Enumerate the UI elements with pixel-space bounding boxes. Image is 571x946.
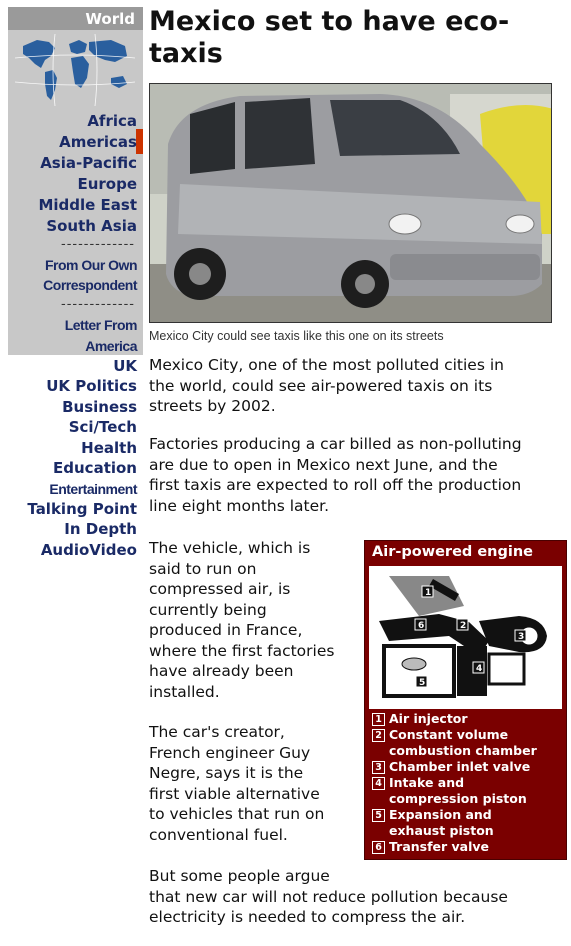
nav-divider: -------------: [61, 237, 135, 252]
legend-item: 4 Intake and: [372, 775, 537, 791]
legend-item: 5 Expansion and: [372, 807, 537, 823]
photo-caption: Mexico City could see taxis like this on…: [149, 329, 444, 343]
nav-link-south-asia[interactable]: South Asia: [46, 217, 137, 236]
legend-item: 6 Transfer valve: [372, 839, 537, 855]
nav-link-letter-from-1[interactable]: Letter From: [65, 316, 138, 335]
nav-link-uk-politics[interactable]: UK Politics: [46, 377, 137, 396]
paragraph-3: The vehicle, which is said to run on com…: [149, 539, 335, 701]
paragraph-1: Mexico City, one of the most polluted ci…: [149, 356, 504, 415]
article-headline: Mexico set to have eco- taxis: [149, 6, 569, 70]
active-section-marker: [136, 129, 143, 154]
nav-link-africa[interactable]: Africa: [87, 112, 137, 131]
nav-link-health[interactable]: Health: [81, 439, 137, 458]
paragraph-2: Factories producing a car billed as non-…: [149, 435, 522, 515]
nav-link-entertainment[interactable]: Entertainment: [49, 480, 137, 499]
nav-link-letter-from-2[interactable]: America: [85, 337, 137, 356]
engine-infographic: Air-powered engine 1 2 3 4 5 6 1 Air inje…: [364, 540, 567, 860]
legend-item-continuation: combustion chamber: [389, 743, 537, 758]
paragraph-5: But some people argue that new car will …: [149, 867, 508, 926]
headline-line-2: taxis: [149, 38, 223, 69]
nav-link-business[interactable]: Business: [62, 398, 137, 417]
nav-link-from-our-own-1[interactable]: From Our Own: [45, 256, 138, 275]
diagram-label-4: 4: [476, 664, 482, 674]
diagram-label-1: 1: [425, 588, 431, 598]
nav-link-americas[interactable]: Americas: [59, 133, 137, 152]
legend-item: 2 Constant volume: [372, 727, 537, 743]
engine-legend: 1 Air injector 2 Constant volume combustio…: [372, 711, 537, 855]
legend-item-continuation: exhaust piston: [389, 823, 494, 838]
engine-diagram: 1 2 3 4 5 6: [369, 566, 562, 709]
engine-title: Air-powered engine: [372, 544, 534, 560]
nav-world-link[interactable]: World: [85, 9, 135, 29]
legend-item-continuation: compression piston: [389, 791, 527, 806]
nav-link-sci-tech[interactable]: Sci/Tech: [69, 418, 137, 437]
nav-link-audiovideo[interactable]: AudioVideo: [41, 541, 137, 560]
paragraph-4: The car's creator, French engineer Guy N…: [149, 723, 325, 844]
air-car-image: [150, 84, 551, 322]
diagram-label-5: 5: [419, 678, 425, 688]
nav-link-middle-east[interactable]: Middle East: [38, 196, 137, 215]
nav-link-uk[interactable]: UK: [113, 357, 137, 376]
nav-link-europe[interactable]: Europe: [77, 175, 137, 194]
legend-item: 3 Chamber inlet valve: [372, 759, 537, 775]
article-photo: [149, 83, 552, 323]
nav-link-in-depth[interactable]: In Depth: [64, 520, 137, 539]
nav-divider: -------------: [61, 297, 135, 312]
diagram-label-6: 6: [418, 621, 424, 631]
legend-item: 1 Air injector: [372, 711, 537, 727]
nav-link-talking-point[interactable]: Talking Point: [27, 500, 137, 519]
diagram-label-2: 2: [460, 621, 466, 631]
nav-link-asia-pacific[interactable]: Asia-Pacific: [40, 154, 137, 173]
nav-link-from-our-own-2[interactable]: Correspondent: [43, 276, 137, 295]
nav-link-education[interactable]: Education: [53, 459, 137, 478]
world-map-icon: [15, 34, 135, 106]
diagram-label-3: 3: [518, 632, 524, 642]
headline-line-1: Mexico set to have eco-: [149, 6, 510, 37]
